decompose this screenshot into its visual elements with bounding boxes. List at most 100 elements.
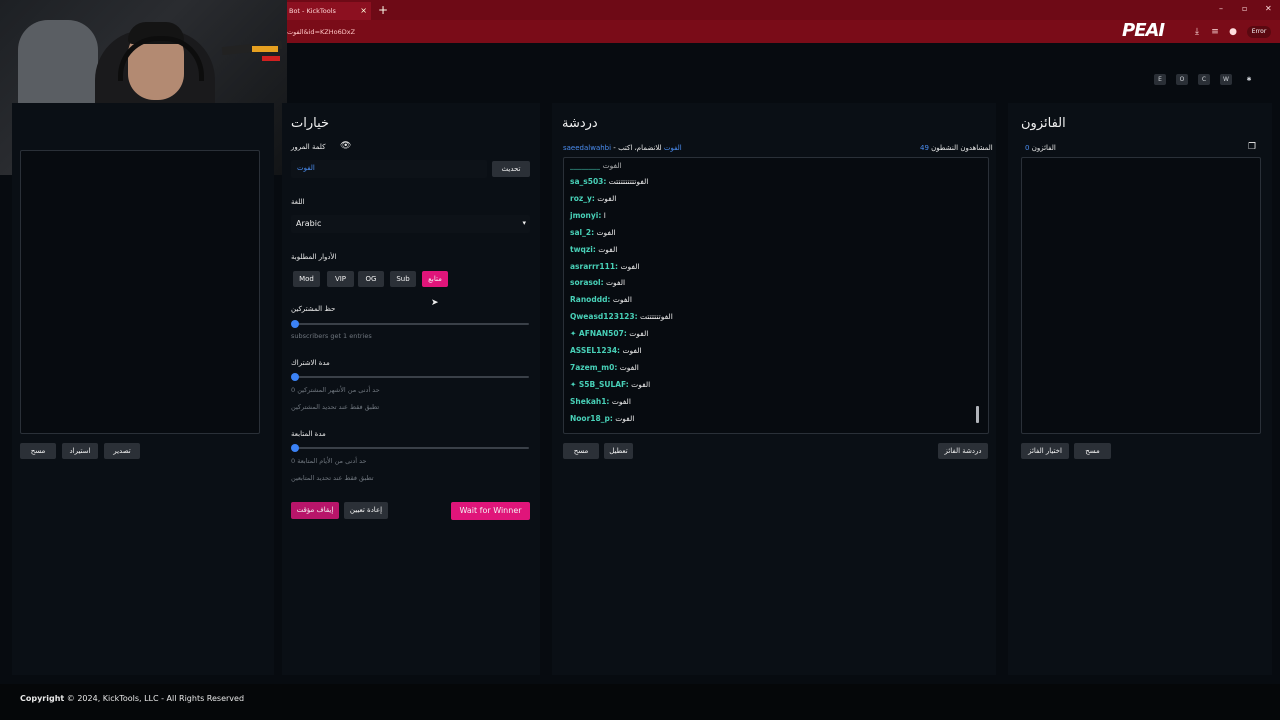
new-tab-button[interactable]: + bbox=[378, 3, 388, 17]
chat-text: الفوت bbox=[596, 227, 616, 237]
chat-username[interactable]: jmonyi: bbox=[570, 211, 601, 220]
chat-disable-button[interactable]: تعطيل bbox=[604, 443, 633, 459]
close-window-button[interactable]: ✕ bbox=[1265, 4, 1272, 13]
minimize-button[interactable]: – bbox=[1219, 4, 1223, 13]
streamer-name[interactable]: saeedalwahbi bbox=[563, 144, 611, 152]
url-text[interactable]: الفوت&id=KZHo6DxZ bbox=[287, 28, 355, 36]
chat-username[interactable]: sorasol: bbox=[570, 278, 604, 287]
winners-title: الفائزون bbox=[1021, 116, 1066, 131]
chat-text: الفوت bbox=[619, 362, 639, 372]
copy-icon[interactable]: ❐ bbox=[1248, 142, 1256, 152]
viewers-count: 49 bbox=[920, 144, 929, 152]
subscriber-luck-slider[interactable] bbox=[295, 323, 529, 325]
sub-duration-handle[interactable] bbox=[291, 373, 299, 381]
maximize-button[interactable]: ▫ bbox=[1242, 4, 1247, 13]
reading-list-icon[interactable]: ≡ bbox=[1209, 26, 1221, 38]
settings-icon[interactable]: ✱ bbox=[1243, 74, 1255, 85]
chat-username[interactable]: sal_2: bbox=[570, 228, 594, 237]
chat-message: sa_s503: الفوتتتتتتتتتت bbox=[570, 177, 648, 186]
download-icon[interactable]: ⤓ bbox=[1191, 26, 1203, 38]
chat-message: ✦ AFNAN507: الفوت bbox=[570, 329, 648, 338]
role-vip-button[interactable]: VIP bbox=[327, 271, 354, 287]
update-button[interactable]: تحديث bbox=[492, 161, 530, 177]
chat-username[interactable]: Noor18_p: bbox=[570, 414, 613, 423]
chat-clear-button[interactable]: مسح bbox=[563, 443, 599, 459]
browser-tab[interactable]: Bot - KickTools × bbox=[287, 2, 371, 20]
pick-winner-button[interactable]: اختيار الفائز bbox=[1021, 443, 1069, 459]
background-light-red bbox=[262, 56, 280, 61]
chat-username[interactable]: twqzi: bbox=[570, 245, 596, 254]
follow-duration-value: 0 bbox=[291, 457, 296, 465]
subscriber-luck-label: حظ المشتركين bbox=[291, 305, 336, 313]
chat-username[interactable]: ✦ S5B_SULAF: bbox=[570, 380, 629, 389]
chat-message: Ranoddd: الفوت bbox=[570, 295, 632, 304]
error-badge[interactable]: Error bbox=[1247, 26, 1271, 38]
follow-duration-note: تطبق فقط عند تحديد المتابعين bbox=[291, 474, 374, 482]
chat-username[interactable]: ✦ AFNAN507: bbox=[570, 329, 627, 338]
header-button-e[interactable]: E bbox=[1154, 74, 1166, 85]
chevron-down-icon: ▾ bbox=[522, 219, 526, 227]
follow-duration-min-line: 0 حد أدنى من الأيام المتابعة bbox=[291, 457, 367, 465]
pause-button[interactable]: إيقاف مؤقت bbox=[291, 502, 339, 519]
entries-clear-button[interactable]: مسح bbox=[20, 443, 56, 459]
reset-button[interactable]: إعادة تعيين bbox=[344, 502, 388, 519]
chat-join-info: saeedalwahbi - الفوت للانضمام، اكتب bbox=[563, 144, 682, 152]
winners-list[interactable] bbox=[1021, 157, 1261, 434]
language-select[interactable]: Arabic ▾ bbox=[291, 215, 530, 233]
chat-text: الفوت bbox=[629, 329, 649, 339]
chat-scrollbar[interactable] bbox=[976, 406, 979, 423]
chat-username[interactable]: sa_s503: bbox=[570, 177, 606, 186]
chat-text: الفوت bbox=[622, 346, 642, 355]
entries-list[interactable] bbox=[20, 150, 260, 434]
chat-message: roz_y: الفوت bbox=[570, 194, 616, 203]
chat-text: الفوتتتتتتت bbox=[640, 312, 673, 322]
import-button[interactable]: استيراد bbox=[62, 443, 98, 459]
chat-message: sorasol: الفوت bbox=[570, 278, 625, 287]
header-button-o[interactable]: O bbox=[1176, 74, 1188, 85]
chat-text: ا bbox=[603, 210, 606, 220]
eye-icon[interactable]: 👁 bbox=[340, 141, 351, 151]
subscriber-luck-handle[interactable] bbox=[291, 320, 299, 328]
keyword-input[interactable]: الفوت bbox=[291, 160, 487, 178]
sub-duration-note: تطبق فقط عند تحديد المشتركين bbox=[291, 403, 380, 411]
winners-count-label: الفائزون bbox=[1031, 144, 1056, 152]
wait-for-winner-button[interactable]: Wait for Winner bbox=[451, 502, 530, 520]
header-button-c[interactable]: C bbox=[1198, 74, 1210, 85]
chat-partial-user: ________ bbox=[570, 161, 603, 170]
role-og-button[interactable]: OG bbox=[358, 271, 384, 287]
join-prefix: للانضمام، اكتب bbox=[618, 144, 662, 152]
chat-text: الفوت bbox=[620, 261, 640, 271]
chat-username[interactable]: Qweasd123123: bbox=[570, 312, 638, 321]
copyright-label: Copyright bbox=[20, 694, 65, 703]
chat-username[interactable]: ASSEL1234: bbox=[570, 346, 620, 355]
chat-partial-text: الفوت bbox=[602, 161, 622, 170]
follow-duration-slider[interactable] bbox=[295, 447, 529, 449]
chat-text: الفوت bbox=[598, 244, 618, 254]
sub-duration-slider[interactable] bbox=[295, 376, 529, 378]
winners-count-line: الفائزون 0 bbox=[1021, 144, 1056, 152]
export-button[interactable]: تصدير bbox=[104, 443, 140, 459]
sub-duration-value: 0 bbox=[291, 386, 296, 394]
sub-duration-hint: حد أدنى من الأشهر المشتركين bbox=[297, 386, 380, 394]
header-button-w[interactable]: W bbox=[1220, 74, 1232, 85]
chat-partial-line: ________ الفوت bbox=[570, 161, 622, 170]
winners-clear-button[interactable]: مسح bbox=[1074, 443, 1111, 459]
winner-chat-button[interactable]: دردشة الفائز bbox=[938, 443, 988, 459]
chat-username[interactable]: Ranoddd: bbox=[570, 295, 610, 304]
sub-duration-label: مدة الاشتراك bbox=[291, 359, 330, 367]
tab-close-icon[interactable]: × bbox=[360, 2, 367, 20]
chat-username[interactable]: roz_y: bbox=[570, 194, 595, 203]
follow-duration-hint: حد أدنى من الأيام المتابعة bbox=[297, 457, 367, 465]
winners-count: 0 bbox=[1025, 144, 1030, 152]
active-viewers: المشاهدون النشطون 49 bbox=[914, 144, 993, 152]
chat-text: الفوت bbox=[605, 278, 626, 288]
role-follower-button[interactable]: متابع bbox=[422, 271, 448, 287]
chat-username[interactable]: 7azem_m0: bbox=[570, 363, 617, 372]
role-mod-button[interactable]: Mod bbox=[293, 271, 320, 287]
role-sub-button[interactable]: Sub bbox=[390, 271, 416, 287]
chat-text: الفوت bbox=[615, 413, 635, 423]
chat-username[interactable]: Shekah1: bbox=[570, 397, 609, 406]
chat-username[interactable]: asrarrr111: bbox=[570, 262, 618, 271]
profile-icon[interactable]: ● bbox=[1227, 26, 1239, 38]
follow-duration-handle[interactable] bbox=[291, 444, 299, 452]
